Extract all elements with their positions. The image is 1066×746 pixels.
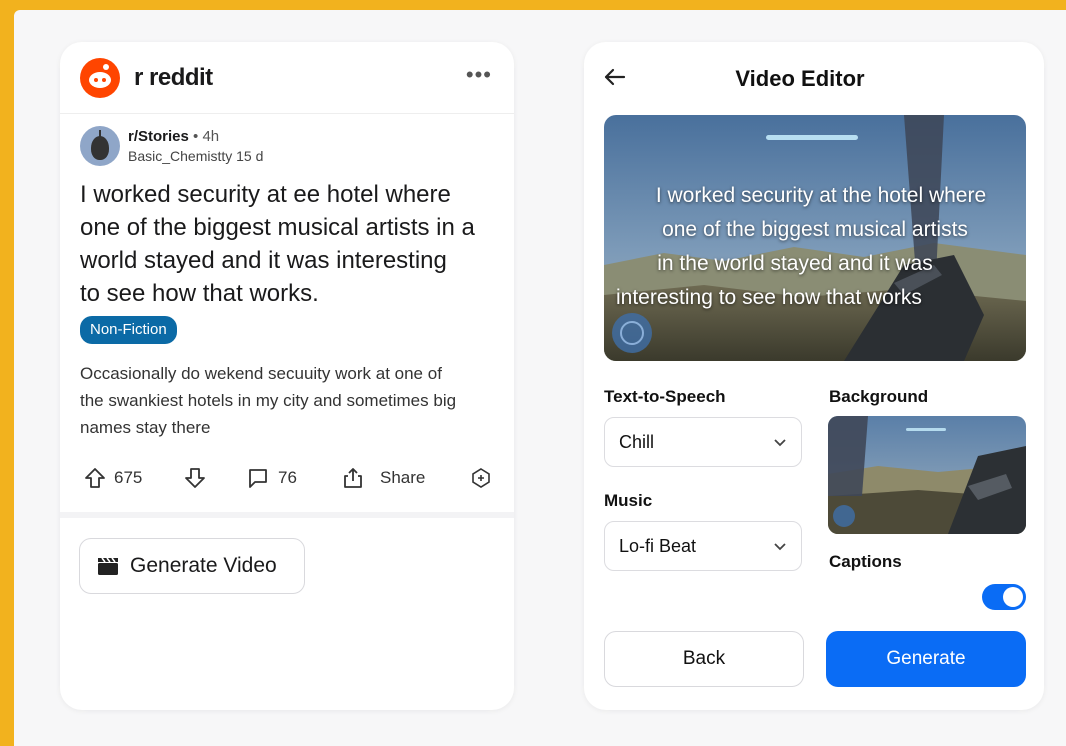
- comment-count: 76: [278, 468, 297, 487]
- toggle-knob: [1003, 587, 1023, 607]
- preview-caption: I worked security at the hotel where one…: [604, 179, 1026, 315]
- post-body-line: Occasionally do wekend secuuity work at …: [80, 364, 442, 383]
- caption-line: one of the biggest musical artists: [662, 218, 968, 241]
- award-icon: [472, 468, 490, 488]
- reddit-header: r reddit •••: [60, 42, 514, 114]
- captions-label: Captions: [829, 552, 902, 571]
- post-title-line: one of the biggest musical artists in a: [80, 214, 475, 241]
- post-actions: 675 76 Share: [80, 460, 500, 496]
- video-preview[interactable]: I worked security at the hotel where one…: [604, 115, 1026, 361]
- video-editor-card: Video Editor I worked security at the ho…: [584, 42, 1044, 710]
- post-age: • 4h: [193, 128, 220, 145]
- more-options-icon[interactable]: •••: [466, 62, 492, 88]
- generate-video-button[interactable]: Generate Video: [79, 538, 305, 594]
- tts-label: Text-to-Speech: [604, 387, 726, 406]
- comment-icon: [249, 469, 267, 488]
- upvote-count: 675: [114, 468, 143, 487]
- post-author[interactable]: Basic_Chemistty 15 d: [128, 148, 263, 164]
- post-body-line: the swankiest hotels in my city and some…: [80, 391, 457, 410]
- post-title: I worked security at ee hotel where one …: [80, 178, 500, 310]
- flair-badge[interactable]: Non-Fiction: [80, 316, 177, 344]
- caption-line: I worked security at the hotel where: [655, 184, 987, 207]
- post-meta: r/Stories • 4h: [128, 128, 219, 145]
- subreddit-link[interactable]: r/Stories: [128, 128, 189, 145]
- user-avatar[interactable]: [80, 126, 120, 166]
- music-label: Music: [604, 491, 653, 510]
- reddit-brand: r reddit: [134, 64, 213, 91]
- post-title-line: to see how that works.: [80, 280, 319, 307]
- reddit-post-card: r reddit ••• r/Stories • 4h Basic_Chemis…: [60, 42, 514, 710]
- editor-title: Video Editor: [735, 66, 865, 91]
- music-value: Lo-fi Beat: [619, 536, 697, 556]
- award-button[interactable]: [470, 460, 492, 496]
- music-select[interactable]: Lo-fi Beat: [604, 521, 802, 571]
- generate-video-label: Generate Video: [130, 554, 277, 577]
- chevron-down-icon: [774, 439, 786, 447]
- tts-value: Chill: [619, 432, 655, 452]
- background-thumbnail[interactable]: [828, 416, 1026, 534]
- arrow-down-icon: [185, 468, 205, 488]
- share-label: Share: [380, 468, 426, 487]
- tts-select[interactable]: Chill: [604, 417, 802, 467]
- post-title-line: I worked security at ee hotel where: [80, 181, 451, 208]
- share-button[interactable]: Share: [342, 460, 425, 496]
- back-button[interactable]: Back: [604, 631, 804, 687]
- post-body: Occasionally do wekend secuuity work at …: [80, 360, 504, 441]
- clapperboard-icon: [98, 557, 118, 575]
- caption-line: in the world stayed and it was: [657, 252, 933, 275]
- captions-toggle[interactable]: [982, 584, 1026, 610]
- generate-button[interactable]: Generate: [826, 631, 1026, 687]
- caption-line: interesting to see how that works: [616, 286, 922, 309]
- upvote-button[interactable]: 675: [84, 460, 142, 496]
- arrow-up-icon: [85, 468, 105, 488]
- background-scene: [828, 416, 1026, 534]
- post-title-line: world stayed and it was interesting: [80, 247, 447, 274]
- background-label: Background: [829, 387, 929, 406]
- share-icon: [344, 468, 362, 488]
- divider: [60, 512, 514, 518]
- chevron-down-icon: [774, 543, 786, 551]
- post-body-line: names stay there: [80, 418, 211, 437]
- downvote-button[interactable]: [184, 460, 206, 496]
- comments-button[interactable]: 76: [246, 460, 297, 496]
- reddit-logo: [80, 58, 120, 98]
